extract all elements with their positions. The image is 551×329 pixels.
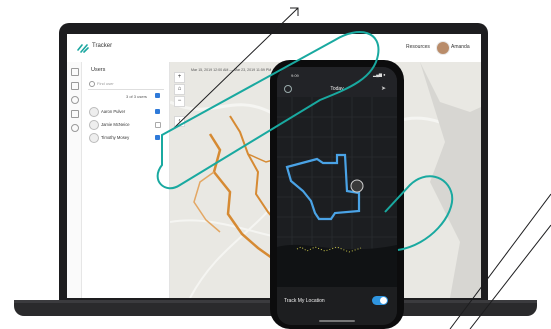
- decorative-lines: [156, 7, 551, 329]
- stage: Tracker Resources Amanda Users Find user…: [0, 0, 551, 329]
